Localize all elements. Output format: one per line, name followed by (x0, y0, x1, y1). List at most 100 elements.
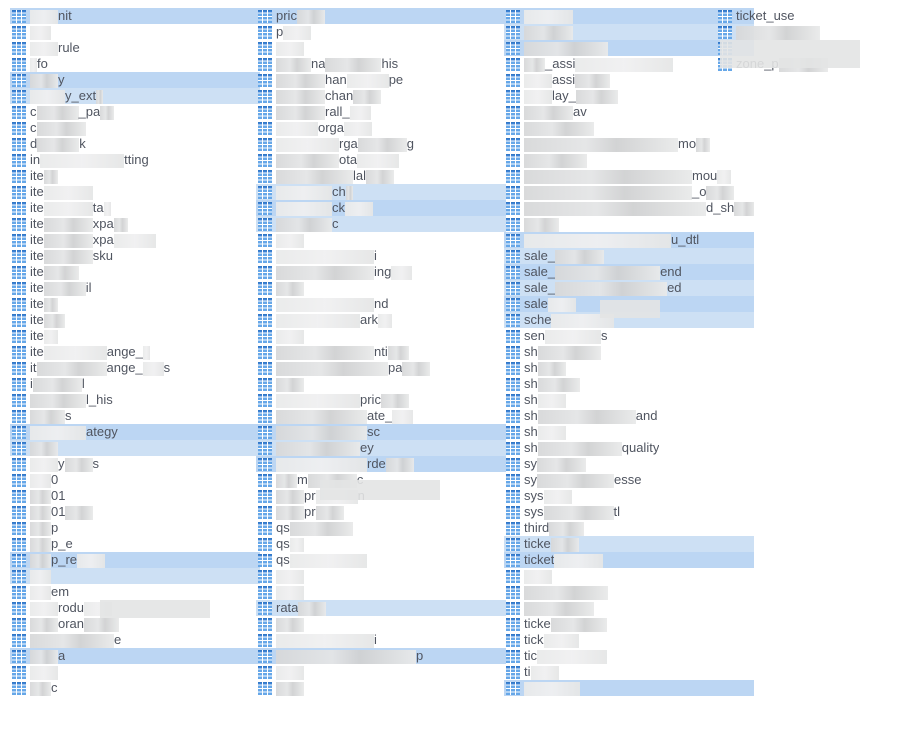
table-item[interactable] (504, 120, 754, 136)
table-item[interactable]: lay_ (504, 88, 754, 104)
table-item[interactable]: qs (256, 536, 506, 552)
table-item[interactable]: s (10, 408, 260, 424)
table-item[interactable]: iteil (10, 280, 260, 296)
table-item[interactable]: sh (504, 392, 754, 408)
table-item[interactable] (256, 616, 506, 632)
table-item[interactable]: lal (256, 168, 506, 184)
table-item[interactable] (256, 280, 506, 296)
table-item[interactable]: chan (256, 88, 506, 104)
table-item[interactable]: e (10, 632, 260, 648)
table-item[interactable]: c (10, 120, 260, 136)
table-item[interactable]: assi (504, 72, 754, 88)
table-item[interactable] (504, 152, 754, 168)
table-item[interactable]: fo (10, 56, 260, 72)
table-item[interactable]: intting (10, 152, 260, 168)
table-item[interactable]: systl (504, 504, 754, 520)
table-item[interactable]: c_pa (10, 104, 260, 120)
table-item[interactable]: pa (256, 360, 506, 376)
table-item[interactable]: shand (504, 408, 754, 424)
table-item[interactable]: _o (504, 184, 754, 200)
table-item[interactable]: pr (256, 504, 506, 520)
table-item[interactable]: itange_s (10, 360, 260, 376)
table-item[interactable] (10, 568, 260, 584)
table-item[interactable]: ing (256, 264, 506, 280)
table-item[interactable]: sale_ed (504, 280, 754, 296)
table-item[interactable]: nit (10, 8, 260, 24)
table-item[interactable]: y_ext (10, 88, 260, 104)
table-item[interactable]: oran (10, 616, 260, 632)
table-item[interactable]: nahis (256, 56, 506, 72)
table-item[interactable]: sh (504, 344, 754, 360)
table-item[interactable]: y (10, 72, 260, 88)
table-item[interactable]: ch (256, 184, 506, 200)
table-item[interactable]: hanpe (256, 72, 506, 88)
table-item[interactable]: ite (10, 264, 260, 280)
table-item[interactable]: sale_end (504, 264, 754, 280)
table-item[interactable]: c (256, 216, 506, 232)
table-item[interactable] (256, 680, 506, 696)
table-item[interactable]: qs (256, 552, 506, 568)
table-item[interactable]: u_dtl (504, 232, 754, 248)
table-item[interactable]: syesse (504, 472, 754, 488)
table-item[interactable]: 01 (10, 488, 260, 504)
table-item[interactable]: ticke (504, 536, 754, 552)
table-item[interactable] (504, 568, 754, 584)
table-item[interactable]: mou (504, 168, 754, 184)
table-item[interactable]: p (256, 24, 506, 40)
table-item[interactable]: dk (10, 136, 260, 152)
table-item[interactable]: rata (256, 600, 506, 616)
table-item[interactable]: sale_ (504, 248, 754, 264)
table-item[interactable]: i (256, 632, 506, 648)
table-item[interactable]: pric (256, 8, 506, 24)
table-item[interactable]: ticke (504, 616, 754, 632)
table-item[interactable]: ys (10, 456, 260, 472)
table-item[interactable] (256, 40, 506, 56)
table-item[interactable]: sys (504, 488, 754, 504)
table-item[interactable]: a (10, 648, 260, 664)
table-item[interactable] (256, 568, 506, 584)
table-item[interactable]: sens (504, 328, 754, 344)
table-item[interactable]: ti (504, 664, 754, 680)
table-item[interactable]: itexpa (10, 232, 260, 248)
table-item[interactable]: ategy (10, 424, 260, 440)
table-item[interactable]: d_sh (504, 200, 754, 216)
table-item[interactable] (716, 24, 896, 40)
table-item[interactable]: i (256, 248, 506, 264)
table-item[interactable]: p_re (10, 552, 260, 568)
table-item[interactable]: rgag (256, 136, 506, 152)
table-item[interactable]: sh (504, 360, 754, 376)
table-item[interactable]: tick (504, 632, 754, 648)
table-item[interactable] (504, 680, 754, 696)
table-item[interactable]: p_e (10, 536, 260, 552)
table-item[interactable]: ticket (504, 552, 754, 568)
table-item[interactable]: shquality (504, 440, 754, 456)
table-item[interactable]: av (504, 104, 754, 120)
table-item[interactable]: nti (256, 344, 506, 360)
table-item[interactable]: ite (10, 296, 260, 312)
table-item[interactable]: c (10, 680, 260, 696)
table-item[interactable]: ite (10, 328, 260, 344)
table-item[interactable]: ite (10, 312, 260, 328)
table-item[interactable]: 01 (10, 504, 260, 520)
table-item[interactable]: sy (504, 456, 754, 472)
table-item[interactable]: p (256, 648, 506, 664)
table-item[interactable]: mo (504, 136, 754, 152)
table-item[interactable] (256, 664, 506, 680)
table-item[interactable]: rule (10, 40, 260, 56)
table-item[interactable] (256, 584, 506, 600)
table-item[interactable] (256, 376, 506, 392)
table-item[interactable]: sh (504, 424, 754, 440)
table-item[interactable]: pric (256, 392, 506, 408)
table-item[interactable]: sh (504, 376, 754, 392)
table-item[interactable] (256, 328, 506, 344)
table-item[interactable]: l_his (10, 392, 260, 408)
table-item[interactable]: ite (10, 168, 260, 184)
table-item[interactable]: em (10, 584, 260, 600)
table-item[interactable]: ota (256, 152, 506, 168)
table-item[interactable]: ticket_use (716, 8, 896, 24)
table-item[interactable] (256, 232, 506, 248)
table-item[interactable] (504, 584, 754, 600)
table-item[interactable]: nd (256, 296, 506, 312)
table-item[interactable]: 0 (10, 472, 260, 488)
table-item[interactable]: sc (256, 424, 506, 440)
